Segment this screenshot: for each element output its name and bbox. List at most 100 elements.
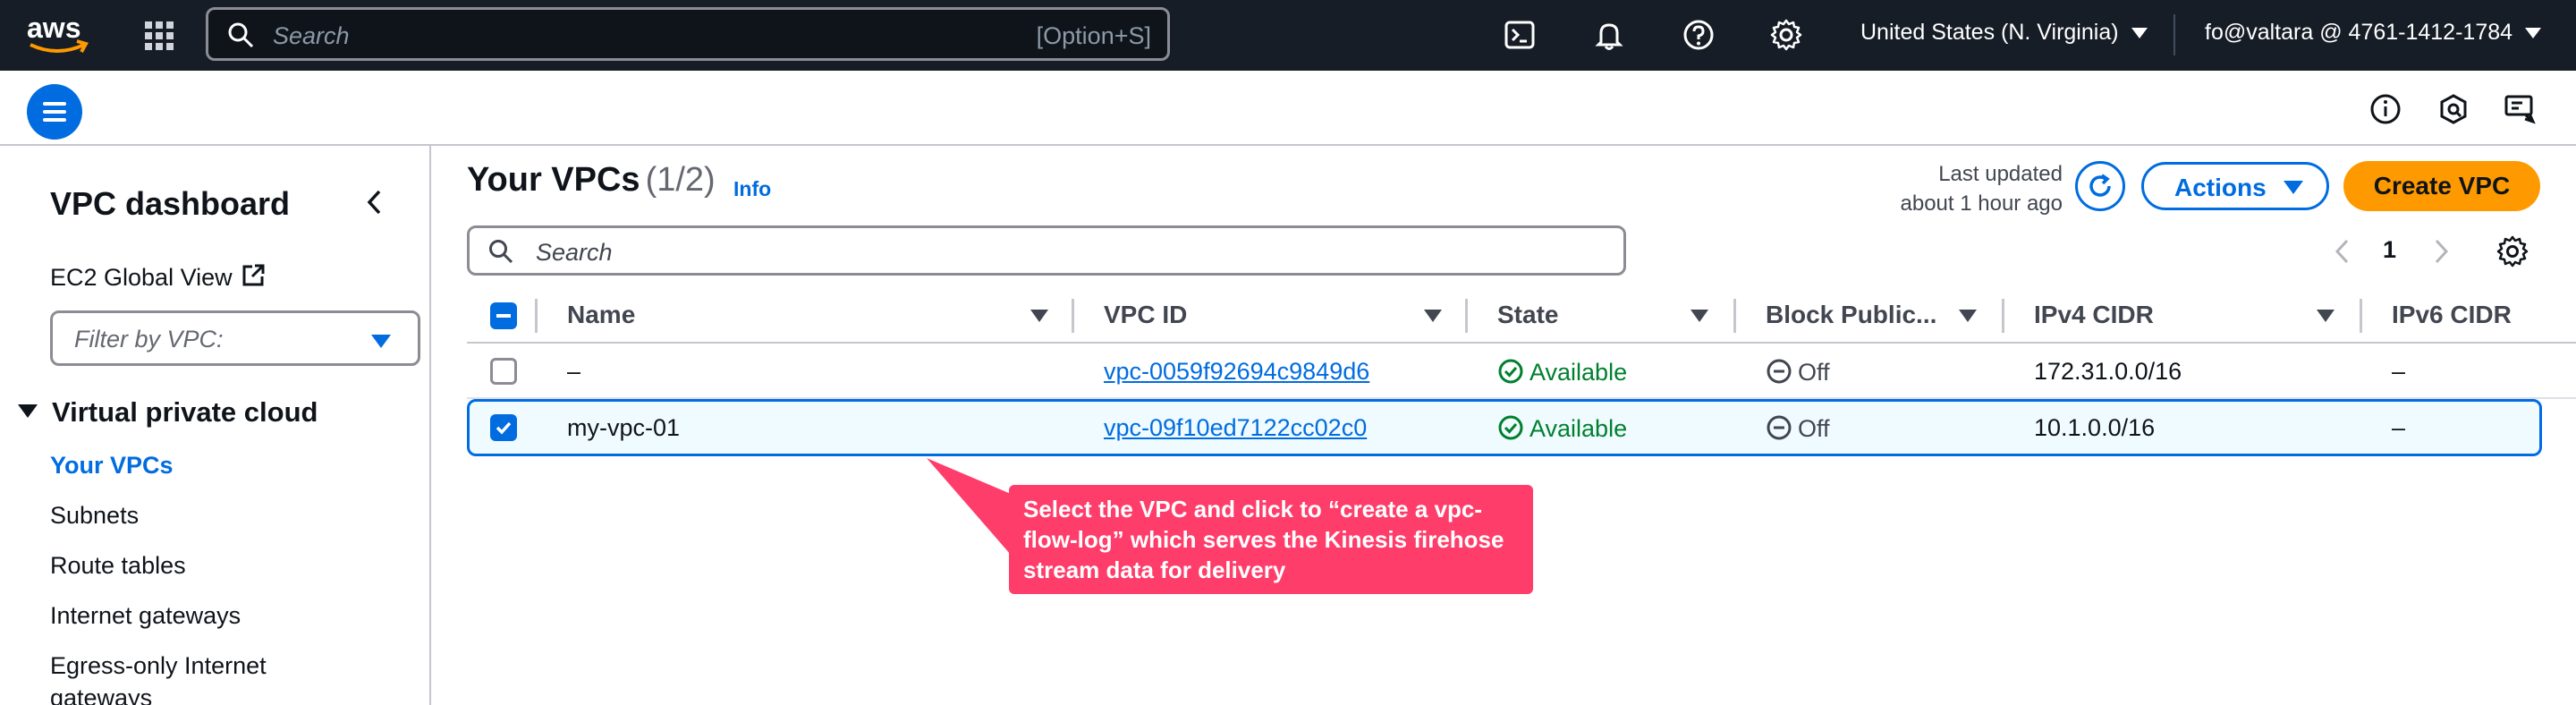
column-header-ipv4-cidr[interactable]: IPv4 CIDR	[2034, 301, 2154, 329]
status-off-icon	[1767, 359, 1792, 384]
services-grid-icon[interactable]	[143, 20, 175, 52]
search-icon	[228, 22, 254, 48]
region-selector[interactable]: United States (N. Virginia)	[1860, 20, 2148, 46]
column-divider[interactable]	[2360, 299, 2362, 333]
callout-text: Select the VPC and click to “create a vp…	[1023, 496, 1504, 583]
dropdown-caret-icon	[2284, 181, 2303, 194]
vpc-search-input[interactable]: Search	[467, 225, 1626, 276]
selection-count: (1/2)	[645, 161, 716, 199]
row-checkbox-checked[interactable]	[490, 414, 517, 441]
cell-ipv6-cidr: –	[2392, 414, 2406, 441]
table-header: Name VPC ID State Block Public... IPv4 C…	[467, 292, 2576, 344]
aws-logo[interactable]: aws	[25, 11, 97, 61]
block-public-label: Off	[1798, 415, 1830, 442]
table-row-selected[interactable]: my-vpc-01 vpc-09f10ed7122cc02c0 Availabl…	[467, 399, 2542, 456]
status-off-icon	[1767, 415, 1792, 440]
search-placeholder: Search	[536, 239, 613, 266]
sort-caret-icon[interactable]	[1424, 310, 1442, 322]
external-link-icon	[242, 264, 265, 286]
cell-state: Available	[1497, 414, 1627, 443]
cell-ipv4-cidr: 172.31.0.0/16	[2034, 358, 2182, 385]
select-all-checkbox[interactable]	[490, 302, 517, 329]
filter-placeholder: Filter by VPC:	[74, 326, 224, 352]
feedback-monitor-icon[interactable]	[2503, 92, 2537, 126]
cell-vpc-id-link[interactable]: vpc-0059f92694c9849d6	[1104, 358, 1369, 386]
last-updated-text: Last updated about 1 hour ago	[1860, 159, 2063, 218]
region-label: United States (N. Virginia)	[1860, 20, 2119, 45]
column-header-vpc-id[interactable]: VPC ID	[1104, 301, 1187, 329]
row-checkbox[interactable]	[490, 358, 517, 385]
last-updated-line1: Last updated	[1938, 162, 2063, 186]
column-divider[interactable]	[1733, 299, 1736, 333]
nav-divider	[2174, 14, 2175, 55]
pagination-page-number[interactable]: 1	[2383, 236, 2396, 264]
table-row[interactable]: – vpc-0059f92694c9849d6 Available Off 17…	[467, 344, 2576, 399]
status-available-check-icon	[1498, 415, 1523, 440]
cloudshell-icon[interactable]	[1503, 18, 1537, 52]
sidebar-item-egress-only-internet-gateways-cont[interactable]: gateways	[50, 684, 152, 705]
sidebar-item-subnets[interactable]: Subnets	[50, 502, 139, 530]
create-vpc-button[interactable]: Create VPC	[2343, 161, 2540, 211]
cell-ipv6-cidr: –	[2392, 358, 2406, 385]
pagination-next-icon[interactable]	[2431, 236, 2453, 267]
status-available-check-icon	[1498, 359, 1523, 384]
actions-label: Actions	[2174, 174, 2267, 201]
table-preferences-gear-icon[interactable]	[2496, 234, 2529, 268]
dropdown-caret-icon	[371, 335, 391, 348]
notifications-bell-icon[interactable]	[1592, 18, 1626, 52]
cell-ipv4-cidr: 10.1.0.0/16	[2034, 414, 2156, 441]
column-header-ipv6-cidr[interactable]: IPv6 CIDR	[2392, 301, 2512, 329]
ec2-global-view-link[interactable]: EC2 Global View	[50, 262, 267, 292]
sort-caret-icon[interactable]	[1030, 310, 1048, 322]
cell-block-public-access: Off	[1766, 414, 1830, 443]
checkmark-icon	[496, 421, 512, 435]
settings-gear-icon[interactable]	[1769, 18, 1803, 52]
cell-name: –	[567, 358, 581, 385]
column-divider[interactable]	[1072, 299, 1074, 333]
annotation-callout: Select the VPC and click to “create a vp…	[1009, 485, 1533, 594]
sort-caret-icon[interactable]	[2317, 310, 2334, 322]
sidebar-section-virtual-private-cloud[interactable]: Virtual private cloud	[18, 396, 318, 429]
filter-by-vpc-select[interactable]: Filter by VPC:	[50, 310, 420, 366]
amazon-q-icon[interactable]	[2436, 92, 2470, 126]
account-menu[interactable]: fo@valtara @ 4761-1412-1784	[2205, 20, 2542, 46]
column-header-name[interactable]: Name	[567, 301, 635, 329]
side-navigation-toggle[interactable]	[27, 84, 82, 140]
sort-caret-icon[interactable]	[1959, 310, 1977, 322]
sort-caret-icon[interactable]	[1690, 310, 1708, 322]
column-header-state[interactable]: State	[1497, 301, 1558, 329]
sidebar-item-egress-only-internet-gateways[interactable]: Egress-only Internet	[50, 652, 267, 680]
page-title: Your VPCs (1/2)	[467, 161, 716, 200]
search-shortcut: [Option+S]	[1036, 22, 1151, 49]
pagination-previous-icon[interactable]	[2331, 236, 2352, 267]
block-public-label: Off	[1798, 359, 1830, 386]
column-divider[interactable]	[2002, 299, 2004, 333]
state-label: Available	[1530, 359, 1628, 386]
page-title-text: Your VPCs	[467, 161, 640, 199]
column-header-block-public-access[interactable]: Block Public...	[1766, 301, 1936, 329]
side-navigation: VPC dashboard EC2 Global View Filter by …	[0, 146, 431, 705]
refresh-button[interactable]	[2075, 161, 2125, 211]
search-icon	[489, 240, 513, 264]
actions-dropdown-button[interactable]: Actions	[2141, 162, 2329, 210]
collapse-chevron-left-icon[interactable]	[361, 187, 388, 217]
last-updated-line2: about 1 hour ago	[1900, 191, 2063, 216]
callout-pointer	[927, 458, 1011, 555]
sidebar-item-internet-gateways[interactable]: Internet gateways	[50, 602, 241, 630]
help-icon[interactable]	[1682, 18, 1716, 52]
info-link[interactable]: Info	[733, 177, 771, 201]
cell-name: my-vpc-01	[567, 414, 681, 441]
sidebar-item-your-vpcs[interactable]: Your VPCs	[50, 452, 174, 480]
info-panel-icon[interactable]	[2368, 92, 2402, 126]
top-navigation: aws Search [Option+S] United States (N. …	[0, 0, 2576, 71]
console-subheader	[0, 71, 2576, 146]
cell-vpc-id-link[interactable]: vpc-09f10ed7122cc02c0	[1104, 414, 1367, 442]
sidebar-item-route-tables[interactable]: Route tables	[50, 552, 186, 580]
refresh-icon	[2089, 174, 2111, 197]
sidebar-title[interactable]: VPC dashboard	[50, 185, 290, 223]
svg-text:aws: aws	[27, 12, 80, 44]
global-search-input[interactable]: Search [Option+S]	[206, 7, 1170, 61]
cell-state: Available	[1497, 358, 1627, 386]
column-divider[interactable]	[1465, 299, 1468, 333]
chevron-down-icon	[2131, 28, 2148, 39]
